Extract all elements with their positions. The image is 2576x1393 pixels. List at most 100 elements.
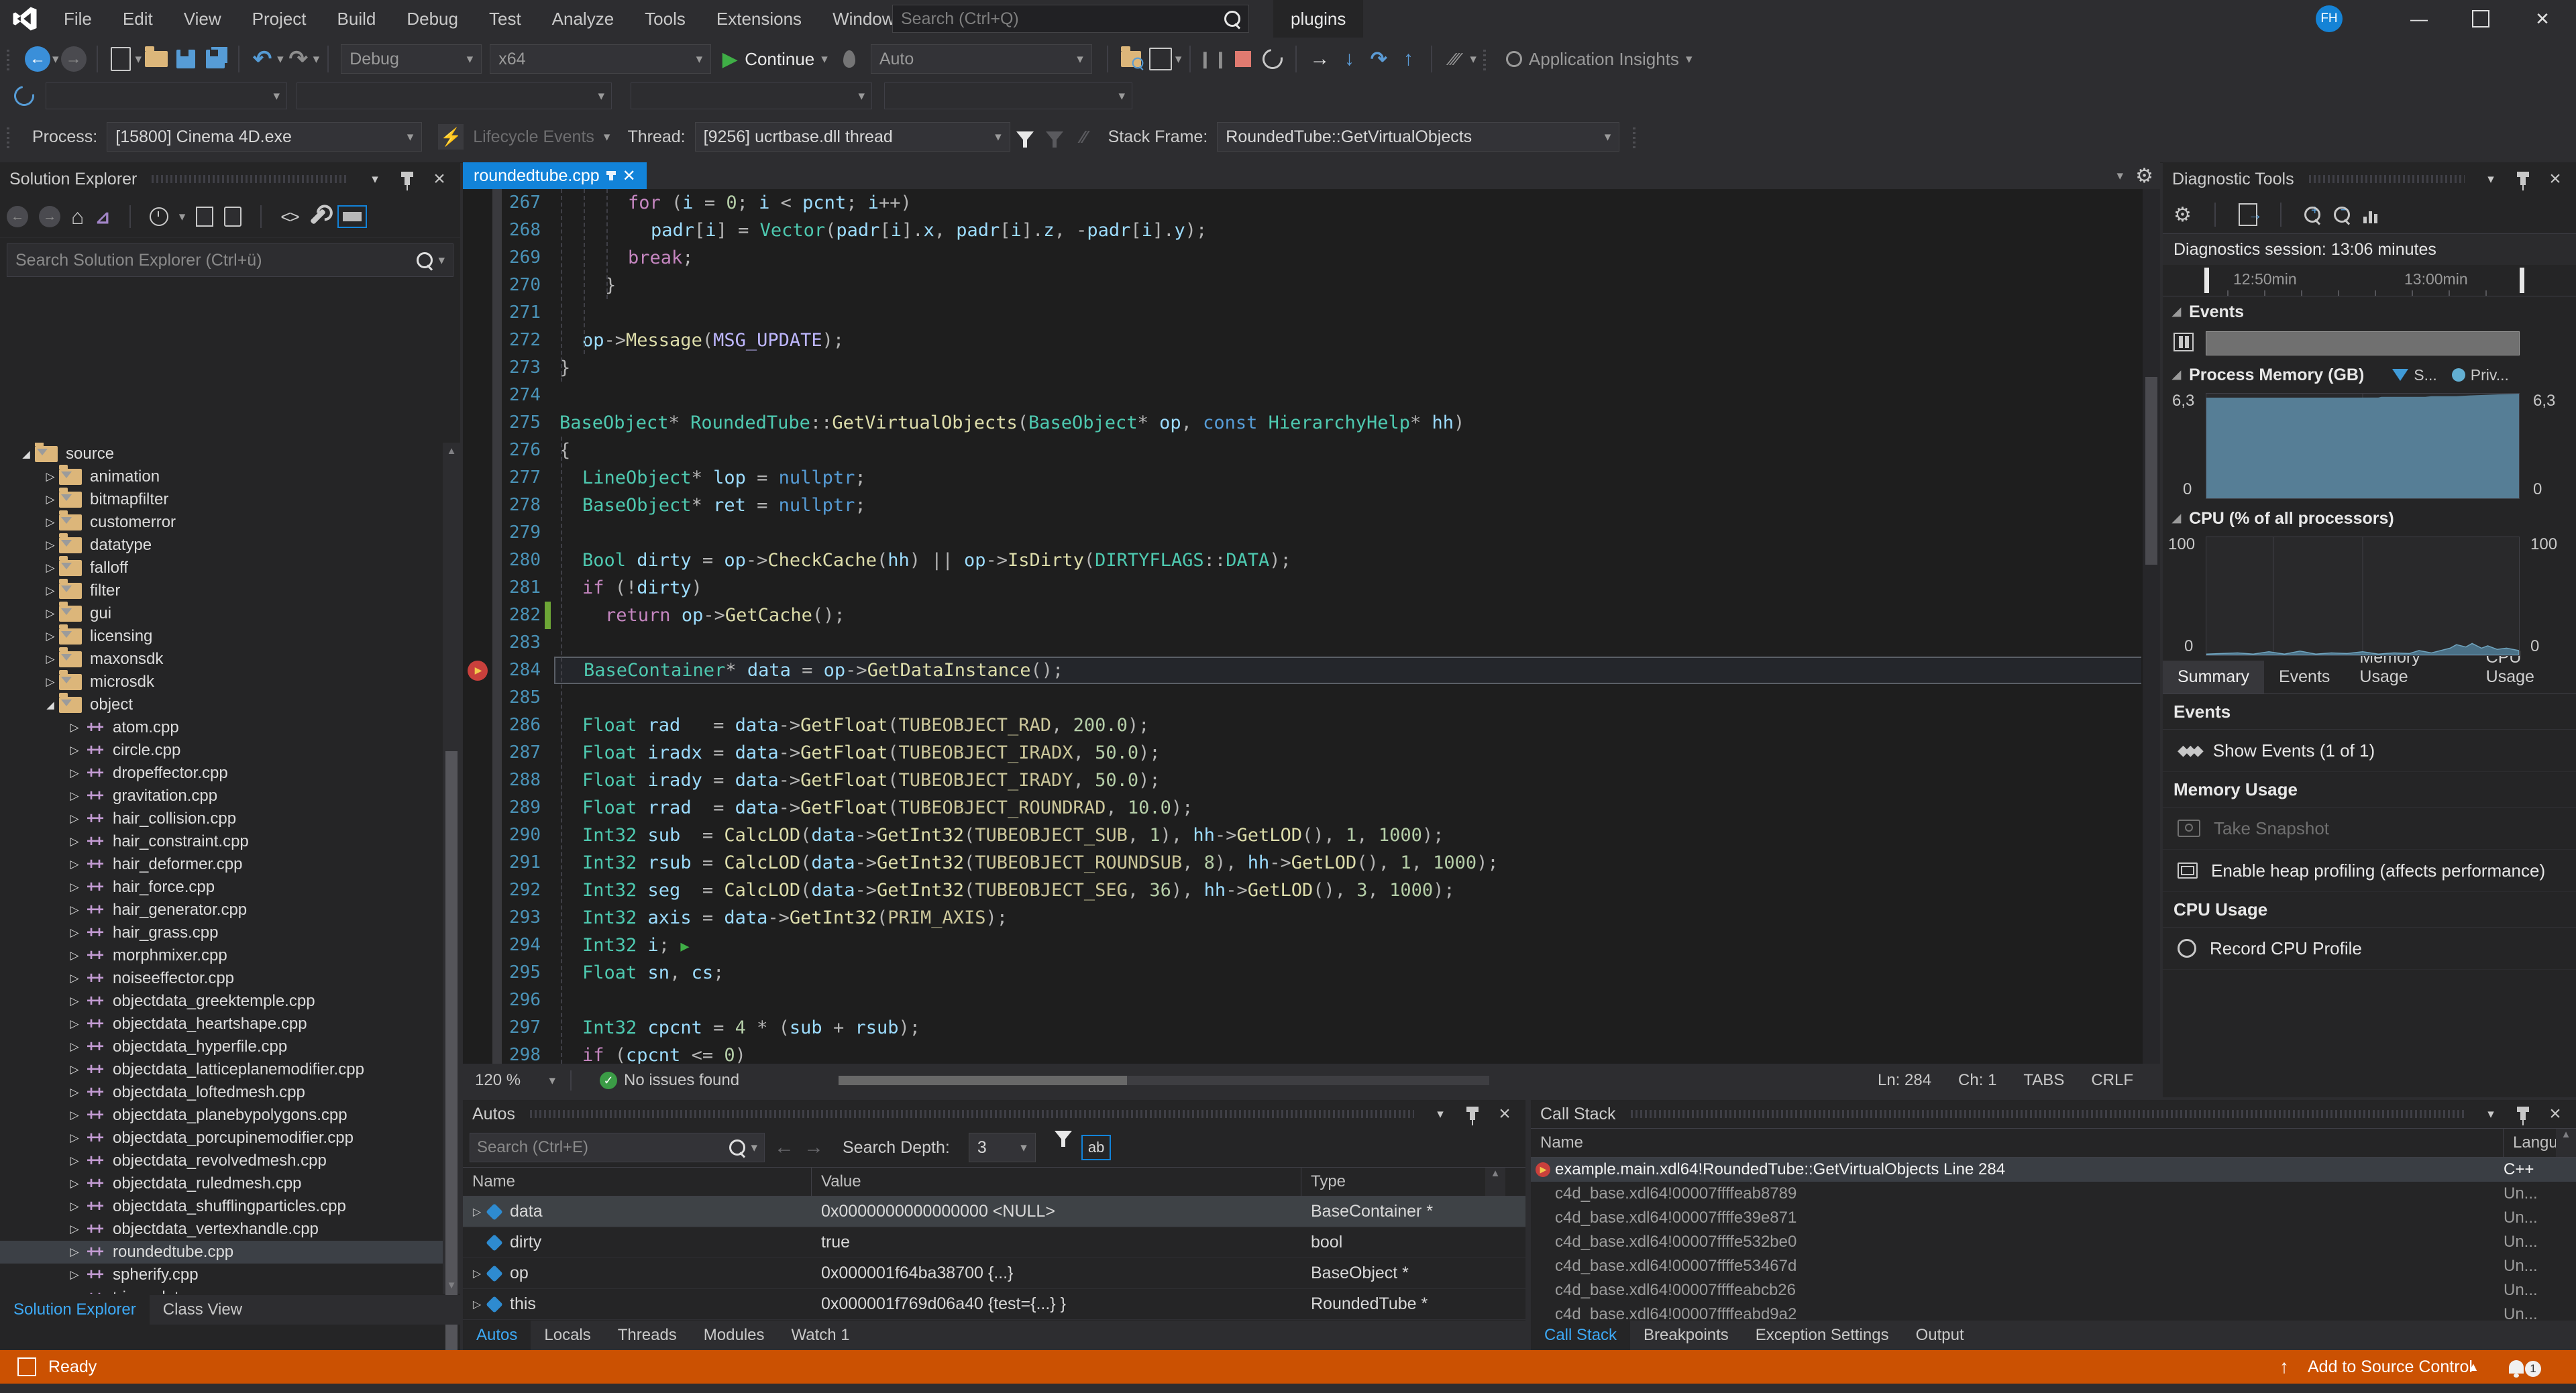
breakpoint-margin[interactable] [463,327,492,354]
code-line-269[interactable]: 269break; [463,244,2160,272]
new-file-button[interactable] [106,44,136,74]
add-to-source-control-button[interactable]: Add to Source Control [2308,1357,2473,1377]
collapsed-arrow-icon[interactable]: ▷ [66,1063,83,1076]
breakpoint-margin[interactable] [463,849,492,877]
summary-action-record-cpu-profile[interactable]: Record CPU Profile [2163,928,2576,970]
breakpoint-margin[interactable] [463,1042,492,1064]
find-in-files-button[interactable] [1116,44,1146,74]
timeline-marker[interactable] [2520,268,2524,293]
panel-grip[interactable] [152,175,349,183]
callstack-frame-5[interactable]: c4d_base.xdl64!00007ffffeabcb26Un... [1531,1278,2576,1302]
column-language[interactable]: Langu [2504,1129,2556,1157]
collapsed-arrow-icon[interactable]: ▷ [66,949,83,962]
code-line-276[interactable]: 276{ [463,437,2160,464]
undo-dropdown[interactable]: ▾ [277,52,284,67]
column-name[interactable]: Name [1531,1129,2504,1157]
code-line-267[interactable]: 267for (i = 0; i < pcnt; i++) [463,189,2160,217]
expander-icon[interactable]: ▷ [470,1267,484,1280]
breakpoint-margin[interactable] [463,354,492,382]
empty-dropdown-3[interactable]: ▾ [631,82,872,109]
tree-item-objectdata_hyperfile.cpp[interactable]: ▷++objectdata_hyperfile.cpp [0,1036,443,1058]
tab-pin-icon[interactable] [609,171,613,180]
tree-item-microsdk[interactable]: ▷microsdk [0,671,443,693]
code-line-291[interactable]: 291Int32 rsub = CalcLOD(data->GetInt32(T… [463,849,2160,877]
code-text[interactable]: BaseContainer* data = op->GetDataInstanc… [554,657,2141,684]
code-line-295[interactable]: 295Float sn, cs; [463,959,2160,987]
breakpoint-margin[interactable] [463,684,492,712]
expanded-arrow-icon[interactable]: ◢ [42,699,59,711]
code-text[interactable]: Float rad = data->GetFloat(TUBEOBJECT_RA… [554,712,2141,739]
code-line-296[interactable]: 296 [463,987,2160,1014]
notifications-bell-icon[interactable] [2509,1360,2524,1374]
code-text[interactable]: Int32 sub = CalcLOD(data->GetInt32(TUBEO… [554,822,2141,849]
tree-item-objectdata_planebypolygons.cpp[interactable]: ▷++objectdata_planebypolygons.cpp [0,1104,443,1127]
code-text[interactable]: Int32 cpcnt = 4 * (sub + rsub); [554,1014,2141,1042]
collapsed-arrow-icon[interactable]: ▷ [42,539,59,552]
navigate-back-dropdown[interactable]: ▾ [52,52,59,67]
tree-item-customerror[interactable]: ▷customerror [0,511,443,534]
collapsed-arrow-icon[interactable]: ▷ [42,607,59,620]
tree-item-spherify.cpp[interactable]: ▷++spherify.cpp [0,1264,443,1286]
code-text[interactable]: LineObject* lop = nullptr; [554,464,2141,492]
collapsed-arrow-icon[interactable]: ▷ [66,1268,83,1282]
collapsed-arrow-icon[interactable]: ▷ [42,493,59,506]
diagnostics-tab-summary[interactable]: Summary [2163,661,2264,693]
lifecycle-events-dropdown[interactable]: ▾ [604,129,610,145]
zoom-in-icon[interactable]: + [2304,207,2319,223]
code-text[interactable]: Float iradx = data->GetFloat(TUBEOBJECT_… [554,739,2141,767]
redo-dropdown[interactable]: ▾ [313,52,320,67]
step-out-button[interactable]: ↑ [1393,44,1423,74]
tree-item-hair_constraint.cpp[interactable]: ▷++hair_constraint.cpp [0,830,443,853]
code-line-298[interactable]: 298if (cpcnt <= 0) [463,1042,2160,1064]
tree-item-roundedtube.cpp[interactable]: ▷++roundedtube.cpp [0,1241,443,1264]
breakpoint-margin[interactable] [463,904,492,932]
home-icon[interactable]: ⌂ [71,205,84,229]
autos-tab-modules[interactable]: Modules [690,1321,778,1350]
breakpoint-margin[interactable] [463,437,492,464]
close-button[interactable]: ✕ [2512,0,2573,38]
timeline-marker[interactable] [2204,268,2209,293]
autos-row-dirty[interactable]: dirtytruebool [463,1227,1525,1258]
solution-platform-dropdown[interactable]: x64▾ [490,44,711,74]
tree-item-hair_collision.cpp[interactable]: ▷++hair_collision.cpp [0,807,443,830]
callstack-tab-call-stack[interactable]: Call Stack [1531,1321,1630,1350]
editor-options-gear-icon[interactable]: ⚙ [2135,164,2153,188]
stop-debugging-button[interactable] [1228,44,1258,74]
tree-item-objectdata_latticeplanemodifier.cpp[interactable]: ▷++objectdata_latticeplanemodifier.cpp [0,1058,443,1081]
tree-item-objectdata_revolvedmesh.cpp[interactable]: ▷++objectdata_revolvedmesh.cpp [0,1150,443,1172]
callstack-frame-0[interactable]: ▶example.main.xdl64!RoundedTube::GetVirt… [1531,1158,2576,1182]
expander-icon[interactable]: ▷ [470,1205,484,1219]
stack-frame-dropdown[interactable]: RoundedTube::GetVirtualObjects▾ [1217,122,1619,152]
collapsed-arrow-icon[interactable]: ▷ [66,721,83,734]
tree-item-maxonsdk[interactable]: ▷maxonsdk [0,648,443,671]
callstack-tab-breakpoints[interactable]: Breakpoints [1630,1321,1742,1350]
column-value[interactable]: Value [812,1168,1301,1196]
breakpoint-margin[interactable] [463,602,492,629]
autos-tab-threads[interactable]: Threads [604,1321,690,1350]
code-text[interactable] [554,987,2141,1014]
autos-row-op[interactable]: ▷op0x000001f64ba38700 {...}BaseObject * [463,1258,1525,1289]
breakpoint-margin[interactable] [463,712,492,739]
code-line-282[interactable]: 282return op->GetCache(); [463,602,2160,629]
tree-item-gui[interactable]: ▷gui [0,602,443,625]
tree-item-objectdata_ruledmesh.cpp[interactable]: ▷++objectdata_ruledmesh.cpp [0,1172,443,1195]
tree-item-bitmapfilter[interactable]: ▷bitmapfilter [0,488,443,511]
tree-item-morphmixer.cpp[interactable]: ▷++morphmixer.cpp [0,944,443,967]
show-hex-toggle[interactable]: ab [1081,1135,1111,1160]
breakpoint-margin[interactable] [463,217,492,244]
code-line-289[interactable]: 289Float rrad = data->GetFloat(TUBEOBJEC… [463,794,2160,822]
save-button[interactable] [171,44,201,74]
code-text[interactable]: for (i = 0; i < pcnt; i++) [554,189,2141,217]
tree-item-atom.cpp[interactable]: ▷++atom.cpp [0,716,443,739]
pin-icon[interactable] [2512,168,2534,190]
collapsed-arrow-icon[interactable]: ▷ [66,1245,83,1259]
tree-item-hair_force.cpp[interactable]: ▷++hair_force.cpp [0,876,443,899]
menu-item-tools[interactable]: Tools [629,0,701,38]
autos-row-data[interactable]: ▷data0x0000000000000000 <NULL>BaseContai… [463,1196,1525,1227]
collapsed-arrow-icon[interactable]: ▷ [66,1200,83,1213]
solution-search-input[interactable]: Search Solution Explorer (Ctrl+ü) ▾ [7,243,453,277]
collapsed-arrow-icon[interactable]: ▷ [66,903,83,917]
notification-badge[interactable]: 1 [2525,1361,2541,1377]
collapsed-arrow-icon[interactable]: ▷ [66,881,83,894]
breakpoint-margin[interactable] [463,767,492,794]
